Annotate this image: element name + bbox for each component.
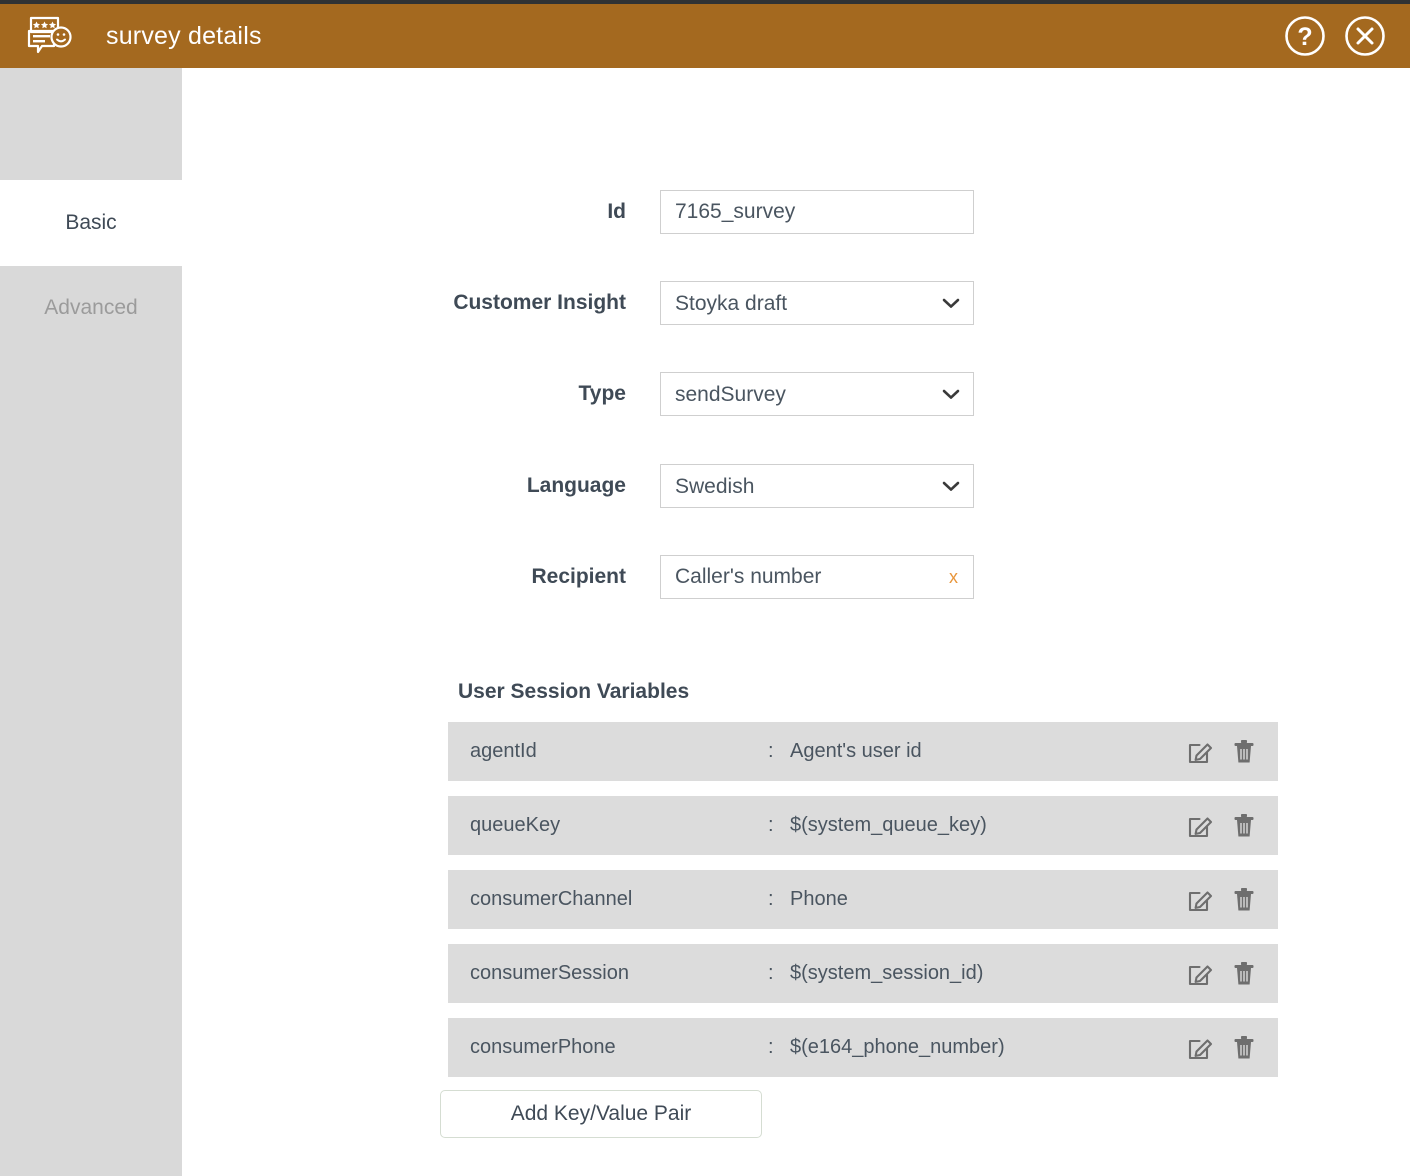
trash-icon[interactable] [1230, 1033, 1258, 1063]
sidebar: Basic Advanced [0, 68, 182, 1176]
field-control-customer-insight: Stoyka draft [660, 281, 974, 325]
variable-key: consumerPhone [448, 1036, 768, 1059]
edit-pencil-icon[interactable] [1186, 1033, 1214, 1063]
trash-icon[interactable] [1230, 737, 1258, 767]
trash-icon[interactable] [1230, 959, 1258, 989]
table-row: consumerSession : $(system_session_id) [448, 944, 1278, 1003]
type-select[interactable]: sendSurvey [660, 372, 974, 416]
field-control-type: sendSurvey [660, 372, 974, 416]
field-control-id [660, 190, 974, 234]
separator: : [768, 888, 790, 911]
close-circle-icon[interactable] [1342, 13, 1388, 59]
row-actions [1186, 959, 1278, 989]
session-variables-list: agentId : Agent's user id [448, 722, 1278, 1092]
separator: : [768, 740, 790, 763]
field-row-type: Type sendSurvey [182, 372, 1410, 416]
row-actions [1186, 1033, 1278, 1063]
edit-pencil-icon[interactable] [1186, 885, 1214, 915]
variable-value: Agent's user id [790, 740, 1186, 763]
svg-text:?: ? [1297, 23, 1312, 51]
field-row-id: Id [182, 190, 1410, 234]
field-label-type: Type [182, 382, 660, 406]
row-actions [1186, 737, 1278, 767]
trash-icon[interactable] [1230, 811, 1258, 841]
field-label-recipient: Recipient [182, 565, 660, 589]
sidebar-item-basic[interactable]: Basic [0, 180, 182, 266]
field-row-customer-insight: Customer Insight Stoyka draft [182, 281, 1410, 325]
sidebar-item-label: Advanced [44, 296, 137, 320]
edit-pencil-icon[interactable] [1186, 959, 1214, 989]
table-row: consumerChannel : Phone [448, 870, 1278, 929]
titlebar-actions: ? [1282, 13, 1388, 59]
table-row: queueKey : $(system_queue_key) [448, 796, 1278, 855]
field-label-language: Language [182, 474, 660, 498]
recipient-input[interactable] [660, 555, 974, 599]
variable-key: agentId [448, 740, 768, 763]
sidebar-bottom-filler [0, 350, 182, 1176]
id-input[interactable] [660, 190, 974, 234]
field-row-recipient: Recipient x [182, 555, 1410, 599]
dialog-title: survey details [106, 22, 262, 51]
variable-key: queueKey [448, 814, 768, 837]
field-label-customer-insight: Customer Insight [182, 291, 660, 315]
variable-value: $(e164_phone_number) [790, 1036, 1186, 1059]
session-variables-title: User Session Variables [458, 680, 689, 704]
table-row: consumerPhone : $(e164_phone_number) [448, 1018, 1278, 1077]
help-circle-icon[interactable]: ? [1282, 13, 1328, 59]
add-key-value-pair-button[interactable]: Add Key/Value Pair [440, 1090, 762, 1138]
row-actions [1186, 885, 1278, 915]
edit-pencil-icon[interactable] [1186, 811, 1214, 841]
sidebar-item-label: Basic [65, 211, 116, 235]
field-label-id: Id [182, 200, 660, 224]
separator: : [768, 814, 790, 837]
field-control-language: Swedish [660, 464, 974, 508]
sidebar-top-filler [0, 68, 182, 180]
row-actions [1186, 811, 1278, 841]
field-row-language: Language Swedish [182, 464, 1410, 508]
field-control-recipient: x [660, 555, 974, 599]
edit-pencil-icon[interactable] [1186, 737, 1214, 767]
table-row: agentId : Agent's user id [448, 722, 1278, 781]
sidebar-item-advanced[interactable]: Advanced [0, 266, 182, 350]
separator: : [768, 1036, 790, 1059]
survey-feedback-icon [22, 12, 78, 60]
variable-value: Phone [790, 888, 1186, 911]
variable-value: $(system_queue_key) [790, 814, 1186, 837]
dialog-titlebar: survey details ? [0, 4, 1410, 68]
language-select[interactable]: Swedish [660, 464, 974, 508]
clear-recipient-icon[interactable]: x [949, 555, 958, 599]
variable-value: $(system_session_id) [790, 962, 1186, 985]
customer-insight-select[interactable]: Stoyka draft [660, 281, 974, 325]
separator: : [768, 962, 790, 985]
form-area: Id Customer Insight Stoyka draft Type [182, 68, 1410, 1176]
variable-key: consumerChannel [448, 888, 768, 911]
survey-details-dialog: survey details ? Basic Advanced [0, 0, 1410, 1176]
trash-icon[interactable] [1230, 885, 1258, 915]
variable-key: consumerSession [448, 962, 768, 985]
